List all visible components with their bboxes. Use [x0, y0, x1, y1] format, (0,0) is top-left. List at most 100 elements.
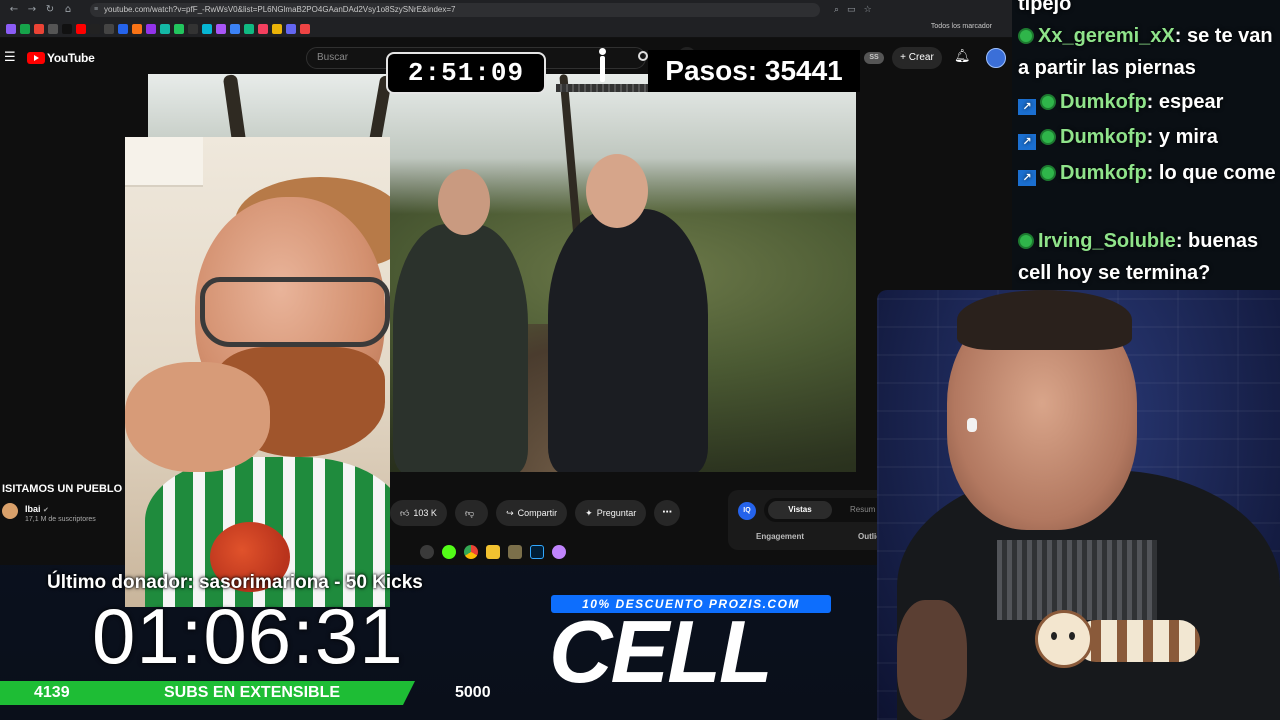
- minecraft-app-icon[interactable]: [508, 545, 522, 559]
- kick-badge-icon: [1040, 165, 1056, 181]
- bookmark-icon[interactable]: [174, 23, 184, 34]
- chat-separator: :: [1146, 162, 1154, 184]
- address-bar[interactable]: ≡ youtube.com/watch?v=pfF_-RwWsV0&list=P…: [90, 3, 820, 17]
- bookmark-icon[interactable]: [160, 23, 170, 34]
- chat-text: y mira: [1158, 126, 1218, 148]
- kick-badge-icon: [1040, 129, 1056, 145]
- bookmark-icon[interactable]: [300, 23, 310, 34]
- bookmark-icon[interactable]: [48, 23, 58, 34]
- star-icon[interactable]: ☆: [864, 5, 872, 15]
- chat-message: Xx_geremi_xX: se te van a partir las pie…: [1018, 20, 1276, 84]
- home-icon[interactable]: ⌂: [62, 4, 74, 16]
- dislike-button[interactable]: 👎︎: [454, 500, 489, 526]
- subs-label: SUBS EN EXTENSIBLE: [164, 684, 341, 701]
- bookmark-icon[interactable]: [6, 23, 16, 34]
- share-label: Compartir: [517, 508, 558, 518]
- ferret-sticker-icon: [1035, 600, 1205, 690]
- channel-avatar[interactable]: [2, 503, 18, 519]
- bookmark-icon[interactable]: [258, 23, 268, 34]
- video-title[interactable]: ISITAMOS UN PUEBLO: [2, 483, 122, 495]
- share-button[interactable]: ↪ Compartir: [496, 500, 568, 526]
- step-progress-bar: [556, 84, 648, 92]
- search-icon[interactable]: [638, 51, 648, 61]
- bookmark-icon[interactable]: [62, 23, 72, 34]
- stream-timer: 2:51:09: [386, 52, 546, 94]
- like-button[interactable]: 👍︎ 103 K: [390, 500, 447, 526]
- bookmark-icon[interactable]: [118, 23, 128, 34]
- chat-message: tipejo: [1018, 0, 1276, 20]
- settings-app-icon[interactable]: [420, 545, 434, 559]
- hiker-left-head: [438, 169, 490, 235]
- youtube-logo-text[interactable]: YouTube: [47, 51, 95, 65]
- bookmark-icon[interactable]: [272, 23, 282, 34]
- sparkle-icon: ✦: [585, 509, 593, 519]
- bookmark-icon[interactable]: [230, 23, 240, 34]
- chat-username[interactable]: Dumkofp: [1060, 91, 1147, 113]
- subscriber-badge-icon: ↗: [1018, 170, 1036, 186]
- subscriber-badge-icon: ↗: [1018, 99, 1036, 115]
- brand-logo: CELL: [549, 602, 773, 701]
- kick-app-icon[interactable]: [442, 545, 456, 559]
- bookmark-icon[interactable]: [244, 23, 254, 34]
- channel-name[interactable]: Ibai ✔: [25, 504, 49, 514]
- photoshop-app-icon[interactable]: [530, 545, 544, 559]
- subs-progress-bar: 4139 SUBS EN EXTENSIBLE 5000: [0, 681, 500, 705]
- chat-username[interactable]: Dumkofp: [1060, 162, 1147, 184]
- folder-app-icon[interactable]: [486, 545, 500, 559]
- address-bar-actions: ⌕ ▭ ☆: [834, 5, 872, 15]
- engagement-label: Engagement: [756, 532, 805, 541]
- more-actions-button[interactable]: ⋯: [654, 500, 681, 526]
- zoom-icon[interactable]: ⌕: [834, 5, 839, 15]
- bookmark-icon[interactable]: [132, 23, 142, 34]
- tab-resumen[interactable]: Resum: [850, 501, 875, 519]
- chat-username[interactable]: Irving_Soluble: [1038, 230, 1176, 252]
- like-count: 103 K: [413, 508, 437, 518]
- bookmark-icon[interactable]: [90, 23, 100, 34]
- hamburger-menu-icon[interactable]: ☰: [4, 50, 16, 65]
- chat-message: ↗ Dumkofp: lo que come: [1018, 157, 1276, 189]
- youtube-logo-icon[interactable]: [27, 52, 45, 64]
- bookmark-icon[interactable]: [104, 23, 114, 34]
- chat-text: espear: [1158, 91, 1224, 113]
- chat-text: tipejo: [1018, 0, 1072, 15]
- analytics-logo-icon[interactable]: IQ: [738, 502, 756, 520]
- chat-text: lo que come: [1158, 162, 1276, 184]
- back-arrow-icon[interactable]: ←: [8, 4, 20, 16]
- earbud: [967, 418, 977, 432]
- bookmark-icon[interactable]: [188, 23, 198, 34]
- countdown-timer: 01:06:31: [92, 592, 404, 680]
- bell-icon[interactable]: 🔔︎: [954, 49, 971, 64]
- person-glasses: [200, 277, 390, 347]
- bookmark-icon[interactable]: [34, 23, 44, 34]
- kick-badge-icon: [1018, 28, 1034, 44]
- bookmarks-folder[interactable]: Todos los marcador: [931, 23, 992, 30]
- chrome-app-icon[interactable]: [464, 545, 478, 559]
- avatar[interactable]: [986, 48, 1006, 68]
- cast-icon[interactable]: ▭: [847, 5, 856, 15]
- kick-badge-icon: [1040, 94, 1056, 110]
- tab-vistas[interactable]: Vistas: [768, 501, 832, 519]
- bookmark-icon[interactable]: [146, 23, 156, 34]
- ask-label: Preguntar: [596, 508, 637, 518]
- forward-arrow-icon[interactable]: →: [26, 4, 38, 16]
- browser-toolbar: ← → ↻ ⌂ ≡ youtube.com/watch?v=pfF_-RwWsV…: [0, 0, 1012, 20]
- bookmark-icon[interactable]: [20, 23, 30, 34]
- chat-username[interactable]: Xx_geremi_xX: [1038, 25, 1175, 47]
- create-button[interactable]: + Crear: [892, 47, 942, 69]
- app-icon[interactable]: [552, 545, 566, 559]
- chat-separator: :: [1174, 25, 1182, 47]
- bookmark-icon[interactable]: [202, 23, 212, 34]
- site-info-icon[interactable]: ≡: [94, 3, 98, 17]
- step-counter: Pasos: 35441: [648, 50, 860, 92]
- ask-button[interactable]: ✦ Preguntar: [575, 500, 647, 526]
- chat-username[interactable]: Dumkofp: [1060, 126, 1147, 148]
- streamer-arm: [897, 600, 967, 720]
- dislike-icon: 👎︎: [464, 509, 475, 519]
- wall-shelf: [125, 137, 203, 187]
- bookmark-icon[interactable]: [76, 23, 86, 34]
- bookmark-icon[interactable]: [216, 23, 226, 34]
- bookmark-icon[interactable]: [286, 23, 296, 34]
- chat-message: Irving_Soluble: buenas cell hoy se termi…: [1018, 225, 1276, 289]
- reload-icon[interactable]: ↻: [44, 4, 56, 16]
- hiker-right-head: [586, 154, 648, 228]
